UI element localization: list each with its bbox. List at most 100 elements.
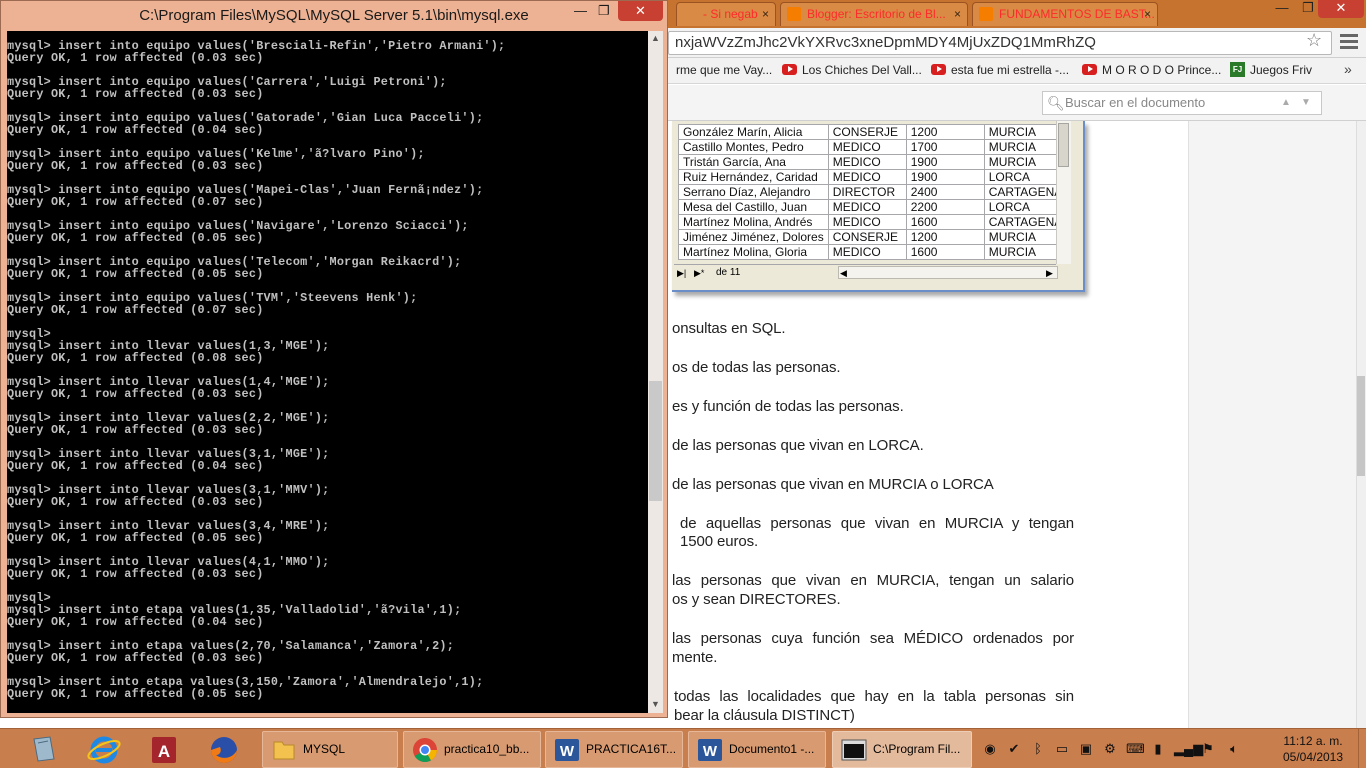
document-text-line: 1500 euros. — [680, 533, 759, 550]
close-button[interactable]: ✕ — [1318, 0, 1364, 18]
clock-time[interactable]: 11:12 a. m. — [1278, 734, 1348, 748]
scroll-down-icon[interactable]: ▼ — [651, 699, 660, 709]
table-cell: Mesa del Castillo, Juan — [678, 199, 829, 215]
svg-text:W: W — [703, 743, 718, 760]
avast-icon[interactable]: ◉ — [982, 741, 998, 757]
network-computer-icon[interactable]: ▭ — [1054, 741, 1070, 757]
security-shield-icon[interactable]: ✔ — [1006, 741, 1022, 757]
console-output[interactable]: mysql> insert into equipo values('Bresci… — [7, 31, 648, 713]
table-cell: González Marín, Alicia — [678, 124, 829, 140]
access-icon[interactable]: A — [146, 733, 190, 767]
console-result-line: Query OK, 1 row affected (0.03 sec) — [7, 87, 264, 101]
table-row: Ruiz Hernández, Caridad MEDICO 1900 LORCA — [678, 169, 1068, 185]
taskbar-button-label: C:\Program Fil... — [873, 742, 961, 756]
taskbar: A MYSQL practica10_bb... W PRACTICA16T..… — [0, 728, 1366, 768]
tab-close-icon[interactable]: × — [762, 3, 769, 25]
bookmark-label: Los Chiches Del Vall... — [802, 63, 922, 77]
browser-tab-1[interactable]: - Si negab × — [676, 2, 776, 26]
table-cell: 1600 — [905, 244, 985, 260]
table-cell: LORCA — [983, 169, 1068, 185]
friv-icon: FJ — [1230, 62, 1245, 77]
tab-close-icon[interactable]: × — [954, 3, 961, 25]
browser-tab-2[interactable]: Blogger: Escritorio de Bl... × — [780, 2, 968, 26]
tab-label: Blogger: Escritorio de Bl... — [807, 7, 946, 21]
search-next-icon[interactable]: ▼ — [1301, 92, 1311, 114]
settings-icon[interactable]: ⚙ — [1102, 741, 1118, 757]
minimize-button[interactable]: — — [1268, 0, 1296, 18]
console-result-line: Query OK, 1 row affected (0.03 sec) — [7, 51, 264, 65]
keyboard-icon[interactable]: ⌨ — [1126, 741, 1145, 757]
datasheet-scrollbar-thumb — [1058, 123, 1069, 167]
table-cell: MEDICO — [827, 199, 907, 215]
clock-date[interactable]: 05/04/2013 — [1278, 750, 1348, 764]
close-button[interactable]: ✕ — [618, 1, 663, 21]
table-cell: MURCIA — [983, 124, 1068, 140]
show-desktop-button[interactable] — [1358, 729, 1366, 768]
scroll-up-icon[interactable]: ▲ — [651, 33, 660, 43]
console-scrollbar[interactable] — [648, 31, 663, 713]
chrome-menu-icon[interactable] — [1340, 34, 1358, 52]
scroll-right-icon: ▶ — [1046, 268, 1053, 278]
wifi-signal-icon[interactable]: ▂▄▆ — [1174, 741, 1203, 757]
table-cell: CONSERJE — [827, 124, 907, 140]
tab-label: FUNDAMENTOS DE BAST... — [999, 7, 1155, 21]
document-text-line: bear la cláusula DISTINCT) — [674, 707, 855, 724]
table-cell: 1700 — [905, 139, 985, 155]
bookmark-star-icon[interactable]: ☆ — [1306, 30, 1322, 51]
tab-label: - Si negab — [703, 7, 758, 21]
action-center-flag-icon[interactable]: ⚑ — [1200, 741, 1216, 757]
internet-explorer-icon[interactable] — [86, 733, 130, 767]
new-record-icon: ▶* — [694, 268, 705, 278]
table-cell: 1200 — [905, 229, 985, 245]
record-count: de 11 — [716, 267, 741, 278]
maximize-button[interactable]: ❐ — [598, 3, 610, 19]
blogger-icon — [979, 7, 993, 21]
bookmark-label: rme que me Vay... — [676, 63, 773, 77]
tab-close-icon[interactable]: × — [1144, 3, 1151, 25]
minimize-button[interactable]: — — [574, 3, 587, 18]
taskbar-button-console[interactable]: C:\Program Fil... — [832, 731, 972, 768]
console-result-line: Query OK, 1 row affected (0.05 sec) — [7, 267, 264, 281]
bookmarks-overflow-icon[interactable]: » — [1344, 61, 1352, 77]
bookmark-item[interactable]: Los Chiches Del Vall... — [782, 62, 922, 78]
console-result-line: Query OK, 1 row affected (0.05 sec) — [7, 231, 264, 245]
bookmark-item[interactable]: M O R O D O Prince... — [1082, 62, 1221, 78]
firefox-icon[interactable] — [206, 733, 250, 767]
browser-tab-3[interactable]: FUNDAMENTOS DE BAST... × — [972, 2, 1158, 26]
console-scrollbar-thumb[interactable] — [649, 381, 662, 501]
next-record-icon: ▶| — [677, 268, 687, 278]
bookmark-label: esta fue mi estrella -... — [951, 63, 1070, 77]
table-cell: MURCIA — [983, 154, 1068, 170]
monitor-icon[interactable]: ▣ — [1078, 741, 1094, 757]
volume-icon[interactable]: 🔈︎ — [1226, 741, 1242, 757]
console-result-line: Query OK, 1 row affected (0.05 sec) — [7, 687, 264, 701]
taskbar-button-chrome[interactable]: practica10_bb... — [403, 731, 541, 768]
bookmark-item[interactable]: esta fue mi estrella -... — [931, 62, 1069, 78]
taskbar-button-mysql-folder[interactable]: MYSQL — [262, 731, 398, 768]
file-explorer-pin-icon[interactable] — [28, 733, 72, 767]
folder-icon — [273, 741, 295, 760]
console-result-line: Query OK, 1 row affected (0.07 sec) — [7, 303, 264, 317]
table-row: Jiménez Jiménez, Dolores CONSERJE 1200 MURC… — [678, 229, 1068, 245]
table-cell: 2400 — [905, 184, 985, 200]
taskbar-button-word-practica[interactable]: W PRACTICA16T... — [545, 731, 683, 768]
bookmark-item[interactable]: FJ Juegos Friv — [1230, 62, 1312, 78]
console-result-line: Query OK, 1 row affected (0.08 sec) — [7, 351, 264, 365]
table-cell: MEDICO — [827, 139, 907, 155]
bookmark-item[interactable]: rme que me Vay... — [674, 62, 772, 78]
document-scrollbar-thumb[interactable] — [1357, 376, 1365, 476]
table-cell: DIRECTOR — [827, 184, 907, 200]
search-prev-icon[interactable]: ▲ — [1281, 92, 1291, 114]
document-search-input[interactable]: 🔍︎ Buscar en el documento ▲ ▼ — [1042, 91, 1322, 115]
bluetooth-icon[interactable]: ᛒ — [1030, 741, 1046, 757]
document-text-line: de aquellas personas que vivan en MURCIA… — [680, 515, 1074, 532]
console-result-line: Query OK, 1 row affected (0.03 sec) — [7, 651, 264, 665]
taskbar-button-word-documento[interactable]: W Documento1 -... — [688, 731, 826, 768]
document-text-line: mente. — [672, 649, 718, 666]
document-text-line: las personas cuya función sea MÉDICO ord… — [672, 630, 1074, 647]
word-icon: W — [698, 739, 722, 761]
address-bar[interactable]: nxjaWVzZmJhc2VkYXRvc3xneDpmMDY4MjUxZDQ1M… — [668, 31, 1332, 55]
battery-icon[interactable]: ▮ — [1150, 741, 1166, 757]
window-title: C:\Program Files\MySQL\MySQL Server 5.1\… — [139, 7, 529, 24]
taskbar-button-label: Documento1 -... — [729, 742, 815, 756]
